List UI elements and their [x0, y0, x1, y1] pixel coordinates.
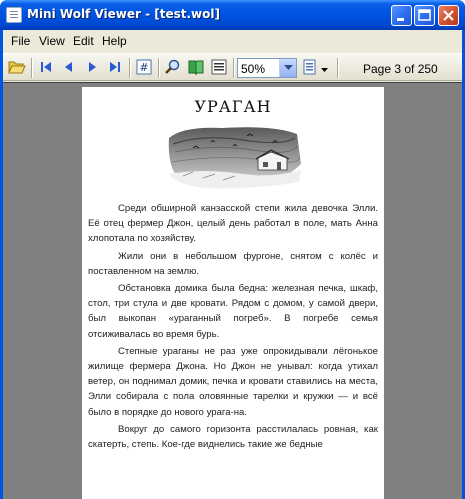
minimize-button[interactable]: [391, 5, 412, 26]
close-button[interactable]: [438, 5, 459, 26]
menu-edit[interactable]: Edit: [73, 34, 94, 48]
app-window: Mini Wolf Viewer - [test.wol] File View …: [0, 0, 465, 499]
toolbar: # 50% Page 3 of 250: [3, 53, 462, 81]
toolbar-separator: [233, 58, 234, 78]
chevron-down-icon[interactable]: [279, 59, 296, 77]
zoom-value: 50%: [241, 62, 266, 76]
page-mode-dropdown[interactable]: [318, 58, 330, 78]
svg-text:#: #: [139, 61, 148, 74]
app-icon[interactable]: [6, 7, 22, 23]
window-title: Mini Wolf Viewer - [test.wol]: [27, 7, 220, 21]
paragraph: Среди обширной канзасской степи жила дев…: [88, 203, 378, 245]
find-button[interactable]: [163, 58, 183, 78]
toolbar-separator: [337, 58, 338, 78]
close-icon: [439, 6, 458, 28]
next-page-button[interactable]: [82, 58, 102, 78]
last-page-button[interactable]: [105, 58, 125, 78]
menu-view[interactable]: View: [39, 34, 65, 48]
goto-page-icon: #: [136, 59, 152, 78]
chapter-title: УРАГАН: [194, 97, 272, 116]
first-page-icon: [39, 60, 53, 77]
paragraph: Степные ураганы не раз уже опрокидывали …: [88, 345, 378, 418]
chapter-illustration: [168, 127, 301, 189]
open-button[interactable]: [7, 58, 27, 78]
contents-icon: [211, 59, 227, 78]
document-viewport[interactable]: УРАГАН Среди обширной канзасской степи ж…: [3, 82, 462, 499]
bookmarks-button[interactable]: [186, 58, 206, 78]
paragraph: Жили они в небольшом фургоне, снятом с к…: [88, 250, 378, 277]
chevron-down-icon: [320, 62, 328, 75]
toolbar-separator: [31, 58, 32, 78]
first-page-button[interactable]: [36, 58, 56, 78]
page-mode-button[interactable]: [300, 58, 320, 78]
paragraph: Вокруг до самого горизонта расстилалась …: [88, 423, 378, 451]
next-page-icon: [85, 60, 99, 77]
maximize-button[interactable]: [414, 5, 435, 26]
menu-file[interactable]: File: [11, 34, 30, 48]
previous-page-icon: [62, 60, 76, 77]
page-indicator: Page 3 of 250: [363, 62, 438, 76]
folder-open-icon: [8, 59, 26, 78]
window-client: File View Edit Help # 50% Page 3 of 250 …: [3, 30, 462, 499]
last-page-icon: [108, 60, 122, 77]
book-icon: [187, 59, 205, 78]
find-icon: [164, 59, 182, 78]
paragraph: Обстановка домика была бедна: железная п…: [88, 283, 378, 340]
document-page: УРАГАН Среди обширной канзасской степи ж…: [82, 87, 384, 499]
toolbar-separator: [129, 58, 130, 78]
document-text: Среди обширной канзасской степи жила дев…: [88, 201, 378, 454]
menu-help[interactable]: Help: [102, 34, 127, 48]
goto-page-button[interactable]: #: [134, 58, 154, 78]
minimize-icon: [392, 6, 411, 28]
page-mode-icon: [302, 59, 318, 78]
menu-bar: File View Edit Help: [3, 30, 462, 52]
zoom-select[interactable]: 50%: [237, 58, 297, 78]
previous-page-button[interactable]: [59, 58, 79, 78]
contents-button[interactable]: [209, 58, 229, 78]
toolbar-separator: [158, 58, 159, 78]
title-bar[interactable]: Mini Wolf Viewer - [test.wol]: [0, 0, 465, 30]
maximize-icon: [415, 6, 434, 28]
